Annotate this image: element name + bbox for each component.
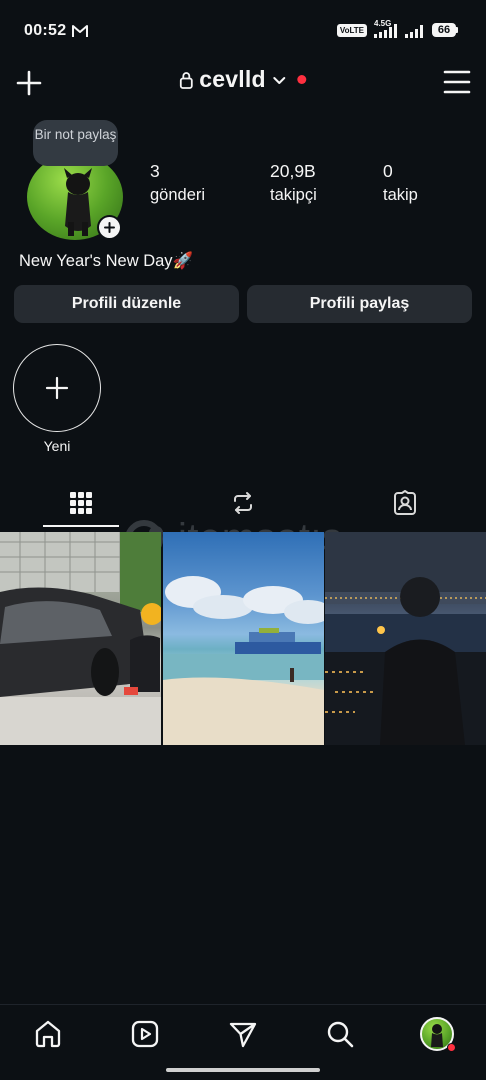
stat-posts[interactable]: 3 gönderi	[150, 160, 270, 206]
notification-dot	[297, 75, 307, 84]
add-story-button[interactable]	[97, 215, 122, 240]
stat-following[interactable]: 0 takip	[383, 160, 443, 206]
plus-icon	[45, 376, 69, 400]
home-icon[interactable]	[33, 1019, 63, 1049]
battery-icon: 66	[432, 23, 458, 37]
followers-label: takipçi	[270, 186, 317, 204]
dog-photo	[64, 168, 92, 236]
menu-icon[interactable]	[442, 68, 472, 96]
profile-header: cevlld	[0, 60, 486, 104]
following-count: 0	[383, 161, 393, 181]
search-icon[interactable]	[325, 1019, 355, 1049]
followers-count: 20,9B	[270, 161, 316, 181]
signal-icon: 4.5G	[374, 20, 398, 38]
username: cevlld	[199, 66, 266, 92]
tagged-icon	[394, 490, 416, 515]
chevron-down-icon	[273, 76, 286, 84]
gmail-icon	[72, 25, 88, 37]
edit-profile-button[interactable]: Profili düzenle	[14, 285, 239, 323]
lock-icon	[179, 71, 193, 89]
active-tab-indicator	[43, 525, 119, 527]
home-indicator	[166, 1068, 320, 1072]
profile-actions: Profili düzenle Profili paylaş	[14, 285, 472, 323]
grid-icon	[70, 492, 92, 514]
post-car[interactable]	[0, 532, 161, 745]
signal-2-icon	[405, 25, 423, 38]
plus-icon	[104, 222, 115, 233]
account-switcher[interactable]: cevlld	[179, 66, 307, 93]
beach-photo	[162, 576, 324, 745]
post-beach[interactable]	[162, 532, 324, 745]
profile-bio: New Year's New Day🚀	[19, 252, 194, 270]
reels-icon[interactable]	[130, 1019, 160, 1049]
notification-dot	[447, 1043, 456, 1052]
stat-followers[interactable]: 20,9B takipçi	[270, 160, 383, 206]
new-highlight-circle[interactable]	[13, 344, 101, 432]
reposts-icon	[234, 492, 252, 514]
share-profile-button[interactable]: Profili paylaş	[247, 285, 472, 323]
car-photo	[0, 532, 161, 745]
posts-grid	[0, 532, 486, 745]
create-plus-icon[interactable]	[14, 68, 44, 98]
status-time: 00:52	[24, 22, 67, 39]
posts-label: gönderi	[150, 186, 206, 204]
status-bar: 00:52 VoLTE 4.5G 66	[0, 0, 486, 60]
post-city-night[interactable]	[325, 532, 486, 745]
volte-badge: VoLTE	[336, 23, 367, 37]
city-night-photo	[325, 532, 486, 745]
profile-stats: 3 gönderi 20,9B takipçi 0 takip	[150, 160, 443, 206]
direct-icon[interactable]	[228, 1019, 258, 1049]
note-bubble[interactable]: Bir not paylaş	[33, 120, 118, 166]
status-indicators: VoLTE 4.5G 66	[336, 20, 458, 38]
new-highlight[interactable]: Yeni	[12, 344, 102, 454]
following-label: takip	[383, 186, 418, 204]
new-highlight-label: Yeni	[43, 438, 71, 454]
battery-level: 66	[432, 23, 456, 37]
posts-count: 3	[150, 161, 160, 181]
profile-avatar-container[interactable]	[27, 154, 123, 240]
tab-tagged[interactable]	[324, 476, 486, 530]
